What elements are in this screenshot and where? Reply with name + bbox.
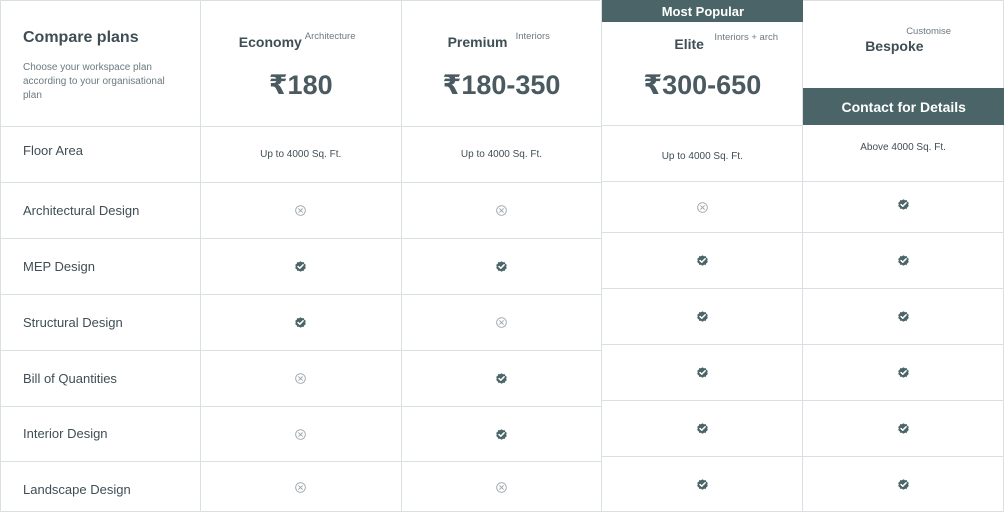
feature-row: MEP Design bbox=[1, 239, 200, 295]
plan-header: Economy Architecture ₹180 bbox=[200, 0, 401, 127]
floor-area-cell: Above 4000 Sq. Ft. bbox=[803, 126, 1003, 182]
check-badge-icon bbox=[897, 310, 910, 323]
floor-area-cell: Up to 4000 Sq. Ft. bbox=[602, 126, 803, 182]
plan-column-elite: Most Popular Elite Interiors + arch ₹300… bbox=[602, 0, 804, 512]
feature-cell bbox=[602, 289, 803, 345]
feature-cell bbox=[401, 183, 602, 239]
plan-tag: Customise bbox=[906, 26, 952, 37]
check-badge-icon bbox=[696, 254, 709, 267]
plan-price: ₹180 bbox=[268, 70, 333, 100]
feature-cell bbox=[803, 345, 1003, 401]
check-badge-icon bbox=[495, 260, 508, 273]
plan-header: Elite Interiors + arch ₹300-650 bbox=[602, 0, 803, 126]
features-column: Compare plans Choose your workspace plan… bbox=[0, 0, 201, 512]
feature-row: Architectural Design bbox=[1, 183, 200, 239]
pricing-comparison-table: Compare plans Choose your workspace plan… bbox=[0, 0, 1004, 512]
feature-label-architectural-design: Architectural Design bbox=[23, 203, 140, 218]
x-circle-icon bbox=[495, 316, 508, 329]
feature-cell bbox=[803, 401, 1003, 457]
feature-label-landscape-design: Landscape Design bbox=[23, 482, 131, 497]
plan-price: ₹180-350 bbox=[442, 70, 561, 100]
check-badge-icon bbox=[495, 428, 508, 441]
x-circle-icon bbox=[294, 481, 307, 494]
floor-area-cell: Up to 4000 Sq. Ft. bbox=[200, 127, 401, 183]
feature-cell bbox=[803, 233, 1003, 289]
plan-name: Bespoke bbox=[865, 38, 924, 54]
plan-tag: Architecture bbox=[304, 31, 356, 42]
check-badge-icon bbox=[897, 366, 910, 379]
x-circle-icon bbox=[294, 204, 307, 217]
x-circle-icon bbox=[294, 428, 307, 441]
plan-column-premium: Premium Interiors ₹180-350 Up to 4000 Sq… bbox=[401, 0, 603, 512]
x-circle-icon bbox=[294, 372, 307, 385]
plan-column-bespoke: Bespoke Customise Contact for Details Ab… bbox=[803, 0, 1004, 512]
feature-cell bbox=[602, 345, 803, 401]
feature-cell bbox=[401, 295, 602, 351]
floor-area-value: Up to 4000 Sq. Ft. bbox=[661, 151, 743, 162]
plan-column-economy: Economy Architecture ₹180 Up to 4000 Sq.… bbox=[200, 0, 402, 512]
feature-row: Landscape Design bbox=[1, 462, 200, 512]
floor-area-value: Up to 4000 Sq. Ft. bbox=[260, 149, 342, 160]
plan-price: ₹300-650 bbox=[643, 70, 762, 100]
feature-label-mep-design: MEP Design bbox=[23, 259, 96, 274]
plan-tag: Interiors bbox=[515, 31, 550, 42]
feature-cell bbox=[401, 351, 602, 407]
plan-name: Premium bbox=[447, 34, 508, 50]
compare-subtitle: Choose your workspace plan according to … bbox=[23, 62, 165, 101]
feature-cell bbox=[201, 462, 401, 512]
compare-intro: Compare plans Choose your workspace plan… bbox=[1, 0, 200, 127]
feature-cell bbox=[803, 182, 1003, 233]
check-badge-icon bbox=[696, 478, 709, 491]
check-badge-icon bbox=[897, 198, 910, 211]
feature-cell bbox=[803, 289, 1003, 345]
feature-cell bbox=[803, 457, 1003, 512]
feature-cell bbox=[401, 239, 602, 295]
feature-cell bbox=[602, 182, 803, 233]
feature-cell bbox=[602, 401, 803, 457]
contact-for-details-button[interactable]: Contact for Details bbox=[803, 88, 1004, 125]
floor-area-value: Above 4000 Sq. Ft. bbox=[860, 142, 946, 153]
feature-cell bbox=[200, 239, 401, 295]
x-circle-icon bbox=[495, 204, 508, 217]
compare-title: Compare plans bbox=[23, 29, 139, 46]
check-badge-icon bbox=[897, 422, 910, 435]
feature-row: Floor Area bbox=[1, 127, 200, 183]
check-badge-icon bbox=[696, 366, 709, 379]
feature-label-interior-design: Interior Design bbox=[23, 426, 108, 441]
check-badge-icon bbox=[897, 254, 910, 267]
check-badge-icon bbox=[897, 478, 910, 491]
feature-label-floor-area: Floor Area bbox=[23, 143, 83, 158]
feature-row: Structural Design bbox=[1, 295, 200, 351]
floor-area-value: Up to 4000 Sq. Ft. bbox=[460, 149, 543, 160]
x-circle-icon bbox=[696, 201, 709, 214]
feature-label-structural-design: Structural Design bbox=[23, 315, 123, 330]
feature-cell bbox=[402, 462, 602, 512]
floor-area-cell: Up to 4000 Sq. Ft. bbox=[401, 127, 602, 183]
plan-name: Elite bbox=[674, 36, 704, 52]
check-badge-icon bbox=[294, 316, 307, 329]
x-circle-icon bbox=[495, 481, 508, 494]
plan-name: Economy bbox=[238, 34, 302, 50]
feature-label-bill-of-quantities: Bill of Quantities bbox=[23, 371, 117, 386]
feature-row: Interior Design bbox=[1, 407, 200, 462]
feature-cell bbox=[200, 295, 401, 351]
check-badge-icon bbox=[696, 422, 709, 435]
check-badge-icon bbox=[294, 260, 307, 273]
feature-cell bbox=[200, 183, 401, 239]
feature-cell bbox=[602, 233, 803, 289]
feature-cell bbox=[602, 457, 802, 512]
feature-cell bbox=[200, 351, 401, 407]
check-badge-icon bbox=[495, 372, 508, 385]
check-badge-icon bbox=[696, 310, 709, 323]
feature-cell bbox=[200, 407, 401, 462]
plan-tag: Interiors + arch bbox=[714, 32, 779, 43]
feature-cell bbox=[401, 407, 602, 462]
feature-row: Bill of Quantities bbox=[1, 351, 200, 407]
plan-header: Premium Interiors ₹180-350 bbox=[401, 0, 602, 127]
